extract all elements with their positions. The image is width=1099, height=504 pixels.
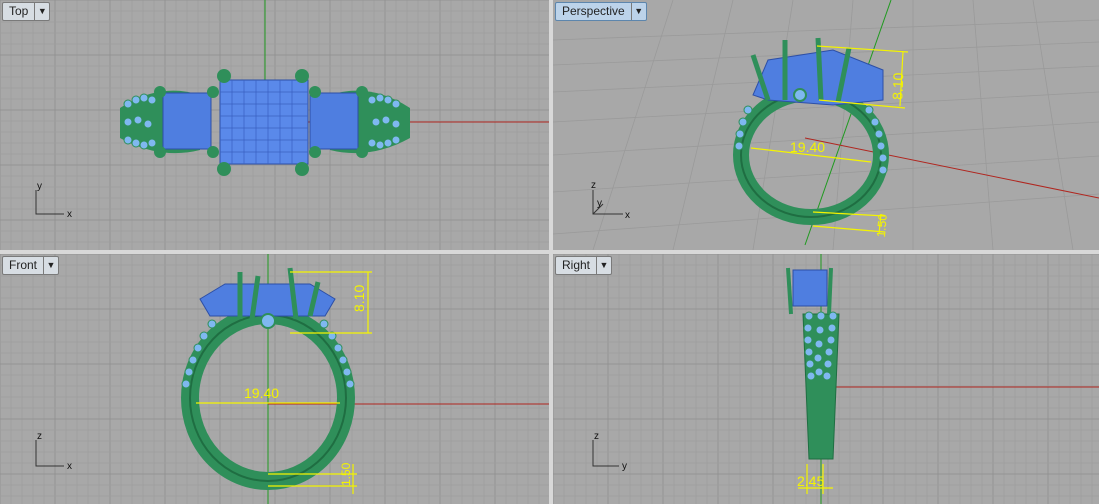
viewport-title-front: Front <box>9 258 38 272</box>
viewport-title-top: Top <box>9 4 29 18</box>
axis-label-x: x <box>625 210 630 221</box>
viewport-top[interactable]: Top ▼ y x <box>0 0 549 250</box>
axis-label-z: z <box>37 431 42 442</box>
viewport-tab-front[interactable]: Front ▼ <box>2 256 60 275</box>
axis-label-x: x <box>67 461 72 472</box>
axis-label-y: y <box>622 461 627 472</box>
axis-label-y: y <box>597 198 602 209</box>
dimension-band: 1.50 <box>339 462 353 486</box>
viewport-perspective[interactable]: Perspective ▼ 8.10 19.40 1.50 z y x <box>553 0 1099 250</box>
viewport-menu-icon[interactable]: ▼ <box>596 257 611 274</box>
dimension-diameter: 19.40 <box>244 385 279 401</box>
dimension-width: 2.45 <box>797 473 824 489</box>
viewport-canvas-perspective[interactable]: 8.10 19.40 1.50 z y x <box>553 0 1099 250</box>
axis-indicator: z y <box>592 431 627 472</box>
viewport-right[interactable]: Right ▼ 2.45 z y <box>553 254 1099 504</box>
viewport-menu-icon[interactable]: ▼ <box>43 257 58 274</box>
axis-label-x: x <box>67 209 72 220</box>
viewport-canvas-front[interactable]: 8.10 19.40 1.50 z x <box>0 254 549 504</box>
viewport-title-right: Right <box>562 258 591 272</box>
viewport-front[interactable]: Front ▼ 8.10 19.40 1.50 z x <box>0 254 549 504</box>
dimension-height: 8.10 <box>889 72 906 100</box>
ring-model-perspective <box>733 37 889 225</box>
viewport-tab-perspective[interactable]: Perspective ▼ <box>555 2 647 21</box>
dimension-height: 8.10 <box>351 285 367 312</box>
x-axis-line <box>804 137 1099 199</box>
viewport-menu-icon[interactable]: ▼ <box>630 3 646 20</box>
viewport-canvas-top[interactable]: y x <box>0 0 549 250</box>
viewport-menu-icon[interactable]: ▼ <box>34 3 49 20</box>
dimension-diameter: 19.40 <box>790 139 825 155</box>
axis-indicator: z x <box>35 431 72 472</box>
viewport-tab-right[interactable]: Right ▼ <box>555 256 613 275</box>
axis-label-z: z <box>591 180 596 191</box>
viewport-grid: Top ▼ y x Perspective ▼ 8.10 19.40 1.50 … <box>0 0 1099 504</box>
viewport-canvas-right[interactable]: 2.45 z y <box>553 254 1099 504</box>
axis-label-y: y <box>37 181 42 192</box>
viewport-tab-top[interactable]: Top ▼ <box>2 2 51 21</box>
ring-model-top <box>120 69 410 176</box>
dimension-band: 1.50 <box>874 213 890 238</box>
axis-indicator: z y x <box>591 180 630 221</box>
viewport-title-perspective: Perspective <box>562 4 625 18</box>
axis-label-z: z <box>594 431 599 442</box>
